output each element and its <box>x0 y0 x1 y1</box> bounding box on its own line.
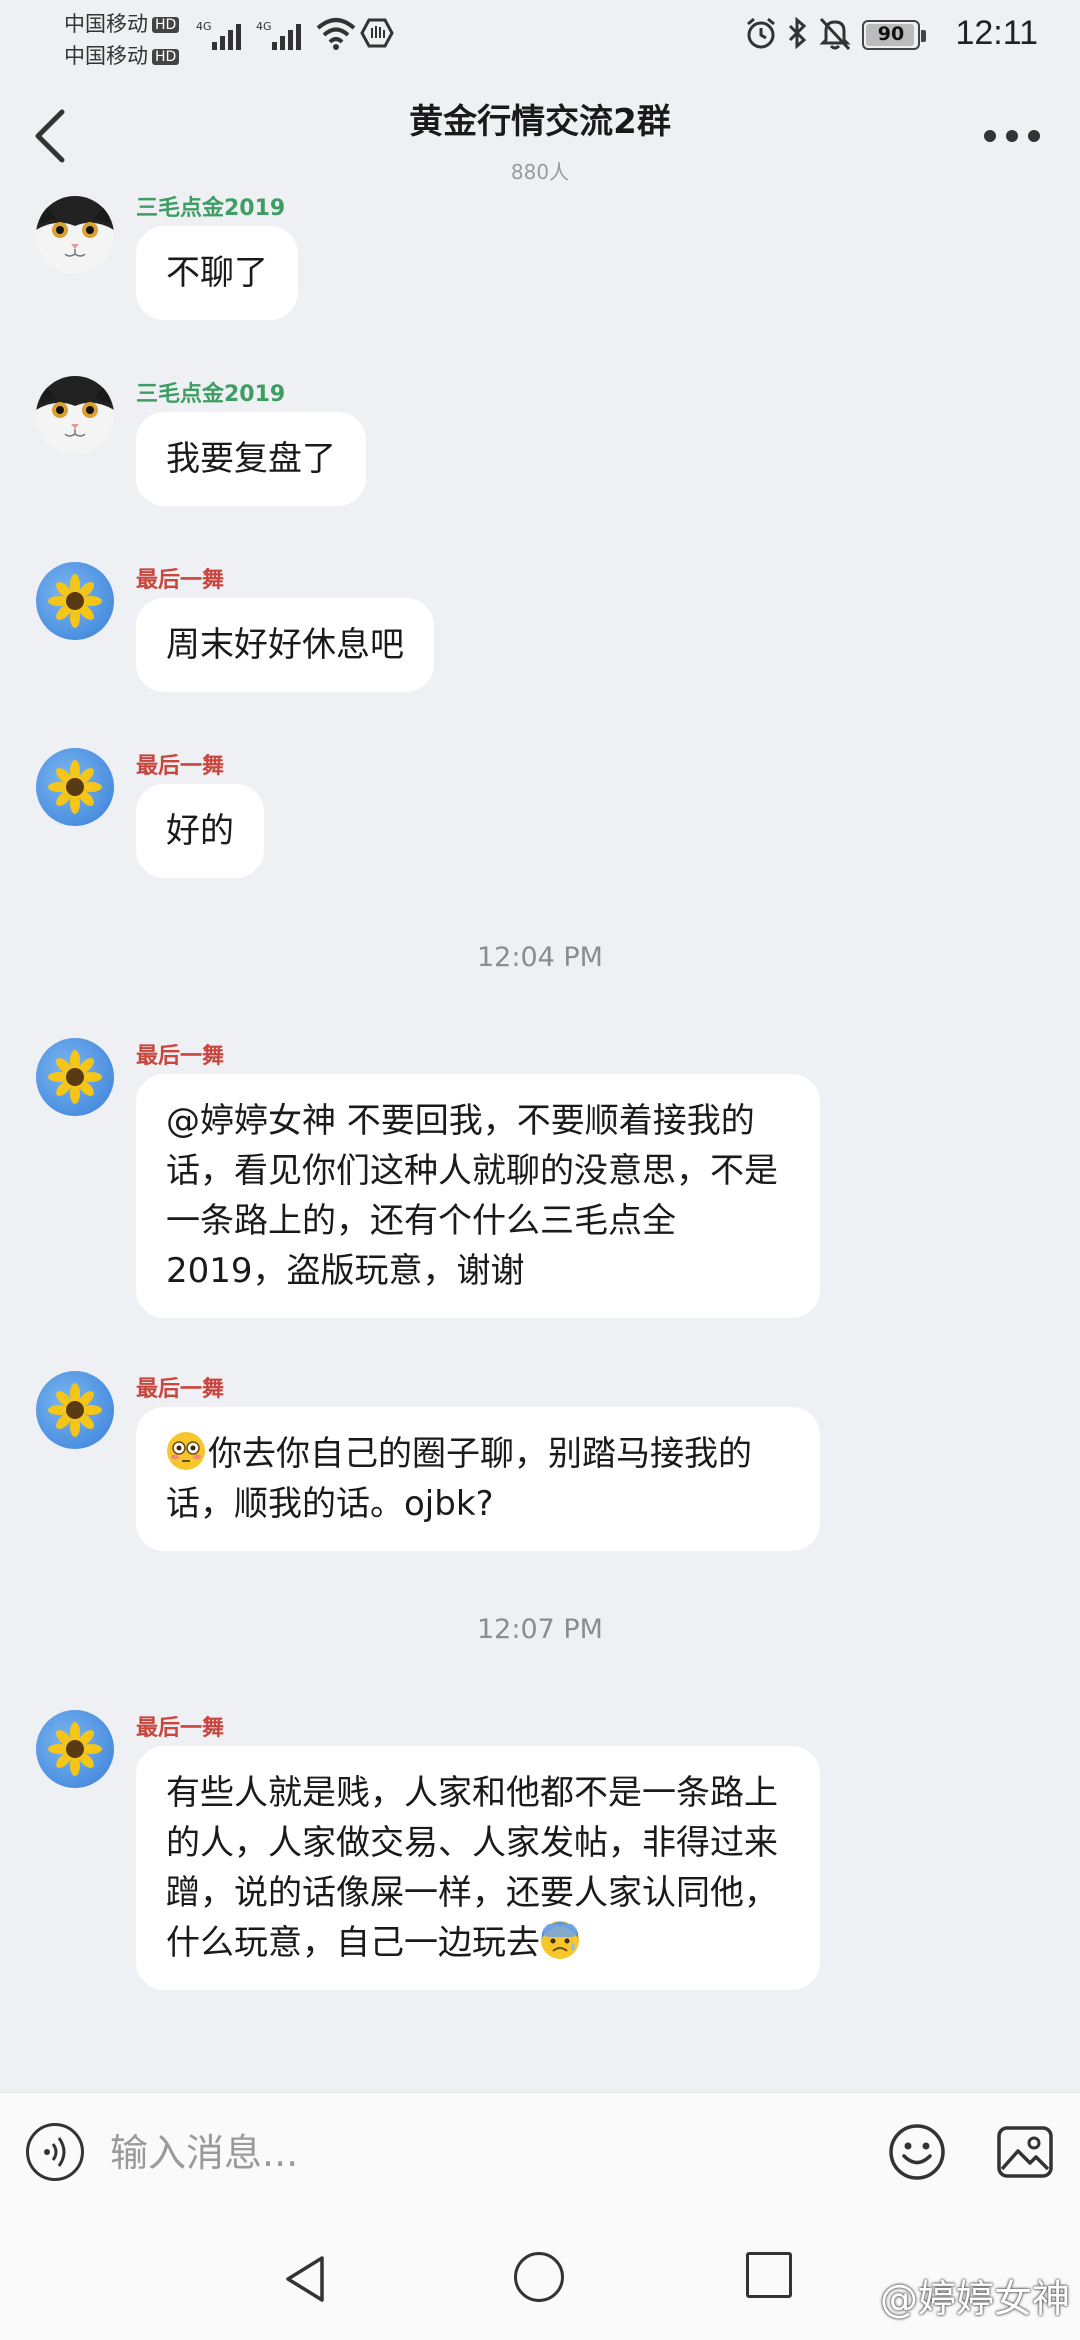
carrier-label-1: 中国移动 HD <box>64 8 180 38</box>
watermark: @婷婷女神 <box>879 2277 1070 2321</box>
timestamp-divider: 12:07 PM <box>477 1614 603 1645</box>
wifi-icon <box>316 18 356 50</box>
sender-name[interactable]: 最后一舞 <box>136 1710 224 1742</box>
network-type-2: 4G <box>256 20 272 33</box>
member-count: 880人 <box>510 160 570 184</box>
nav-recents-icon[interactable] <box>746 2252 792 2298</box>
status-bar: 中国移动 HD 中国移动 HD 4G 4G 90 12:11 <box>0 0 1080 70</box>
carrier-name-2: 中国移动 <box>64 44 148 68</box>
network-type-1: 4G <box>196 20 212 33</box>
nav-home-icon[interactable] <box>514 2252 564 2302</box>
clock: 12:11 <box>955 14 1038 52</box>
sender-name[interactable]: 三毛点金2019 <box>136 190 285 222</box>
sender-name[interactable]: 三毛点金2019 <box>136 376 285 408</box>
message-text: 你去你自己的圈子聊，别踏马接我的话，顺我的话。ojbk? <box>166 1434 752 1524</box>
sunflower-avatar[interactable] <box>36 1710 114 1788</box>
cat-avatar[interactable] <box>36 376 114 454</box>
voice-input-icon[interactable] <box>26 2123 84 2181</box>
signal-icon-1 <box>212 22 248 50</box>
message-bubble[interactable]: 有些人就是贱，人家和他都不是一条路上的人，人家做交易、人家发帖，非得过来蹭，说的… <box>136 1746 820 1990</box>
nav-back-icon[interactable] <box>282 2254 328 2304</box>
message-bubble[interactable]: @婷婷女神 不要回我，不要顺着接我的话，看见你们这种人就聊的没意思，不是一条路上… <box>136 1074 820 1318</box>
chat-header: 黄金行情交流2群 880人 <box>0 70 1080 190</box>
message-input-bar: 输入消息... <box>0 2092 1080 2212</box>
more-options-icon[interactable] <box>984 126 1044 146</box>
message-text: 有些人就是贱，人家和他都不是一条路上的人，人家做交易、人家发帖，非得过来蹭，说的… <box>166 1773 778 1963</box>
anxious-face-emoji <box>541 1921 579 1959</box>
hd-badge-2: HD <box>152 49 180 65</box>
sender-name[interactable]: 最后一舞 <box>136 562 224 594</box>
hd-badge-1: HD <box>152 17 180 33</box>
hand-icon <box>360 18 394 48</box>
message-bubble[interactable]: 不聊了 <box>136 226 298 320</box>
mute-bell-icon <box>819 17 851 51</box>
bluetooth-icon <box>788 16 807 50</box>
carrier-label-2: 中国移动 HD <box>64 40 180 70</box>
timestamp-divider: 12:04 PM <box>477 942 603 973</box>
sunflower-avatar[interactable] <box>36 748 114 826</box>
message-bubble[interactable]: 你去你自己的圈子聊，别踏马接我的话，顺我的话。ojbk? <box>136 1407 820 1551</box>
battery-icon: 90 <box>862 20 926 50</box>
alarm-icon <box>747 17 775 49</box>
signal-icon-2 <box>272 22 308 50</box>
carrier-name-1: 中国移动 <box>64 12 148 36</box>
message-input[interactable]: 输入消息... <box>110 2123 850 2183</box>
cat-avatar[interactable] <box>36 196 114 274</box>
emoji-picker-icon[interactable] <box>888 2123 946 2181</box>
sender-name[interactable]: 最后一舞 <box>136 748 224 780</box>
sunflower-avatar[interactable] <box>36 1038 114 1116</box>
flushed-face-emoji <box>167 1432 205 1470</box>
sunflower-avatar[interactable] <box>36 1371 114 1449</box>
sender-name[interactable]: 最后一舞 <box>136 1038 224 1070</box>
group-title: 黄金行情交流2群 <box>409 102 671 142</box>
system-nav-bar: @婷婷女神 <box>0 2212 1080 2340</box>
image-picker-icon[interactable] <box>996 2123 1054 2181</box>
sunflower-avatar[interactable] <box>36 562 114 640</box>
message-bubble[interactable]: 周末好好休息吧 <box>136 598 434 692</box>
sender-name[interactable]: 最后一舞 <box>136 1371 224 1403</box>
battery-level: 90 <box>877 23 905 45</box>
message-bubble[interactable]: 我要复盘了 <box>136 412 366 506</box>
message-bubble[interactable]: 好的 <box>136 784 264 878</box>
